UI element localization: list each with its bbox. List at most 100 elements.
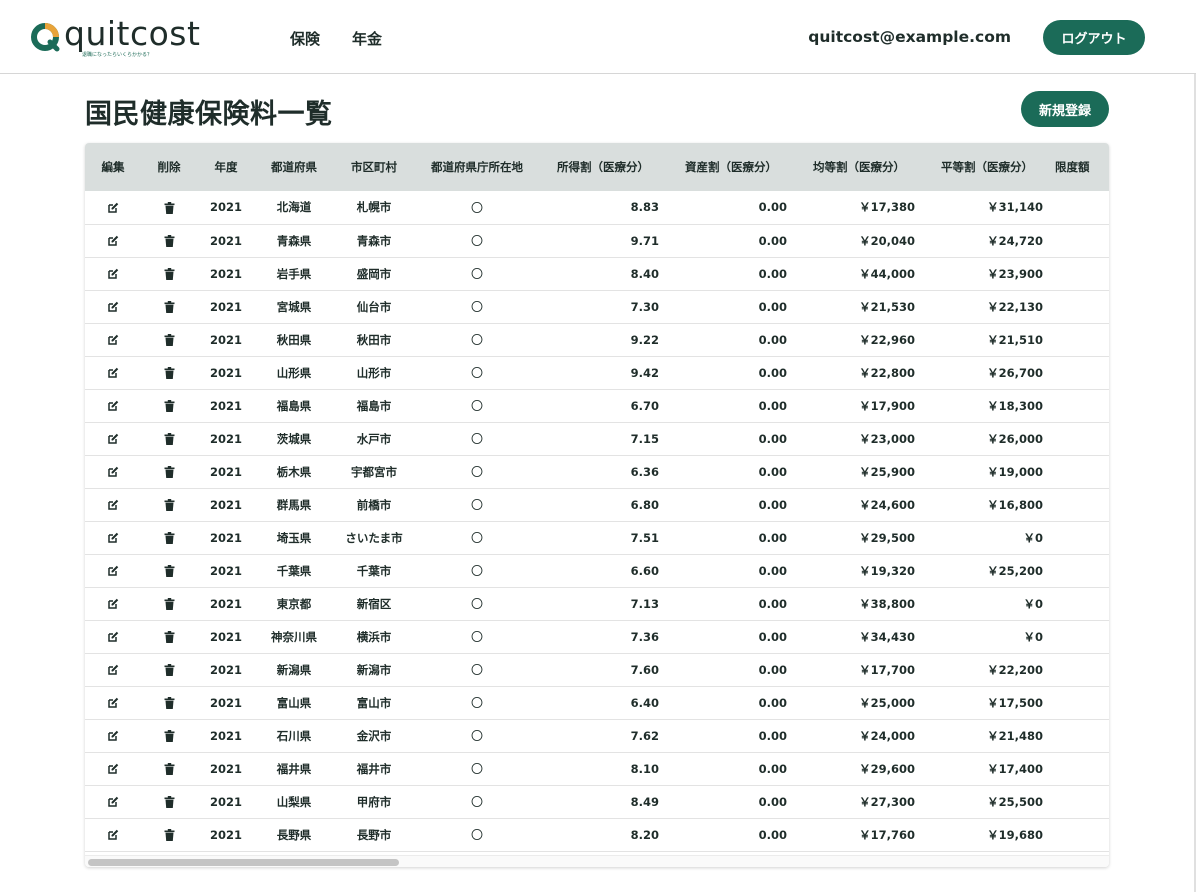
cell-asset-rate: 0.00 <box>667 686 795 720</box>
cell-per-household: ￥17,500 <box>923 686 1051 720</box>
edit-icon[interactable] <box>107 664 119 676</box>
cell-year: 2021 <box>197 422 255 456</box>
quitcost-logo[interactable]: quitcost 退職になったらいくらかかる？ <box>30 14 220 60</box>
cell-delete <box>141 191 197 225</box>
trash-icon[interactable] <box>164 763 175 775</box>
cell-capital: 〇 <box>415 356 539 390</box>
cell-edit <box>85 653 141 687</box>
col-header-limit: 限度額 <box>1051 143 1109 191</box>
cell-capital: 〇 <box>415 488 539 522</box>
cell-limit <box>1051 752 1109 786</box>
scrollbar-thumb[interactable] <box>88 859 399 866</box>
edit-icon[interactable] <box>107 565 119 577</box>
cell-per-household: ￥22,200 <box>923 653 1051 687</box>
trash-icon[interactable] <box>164 565 175 577</box>
edit-icon[interactable] <box>107 301 119 313</box>
trash-icon[interactable] <box>164 532 175 544</box>
cell-delete <box>141 290 197 324</box>
edit-icon[interactable] <box>107 466 119 478</box>
trash-icon[interactable] <box>164 466 175 478</box>
trash-icon[interactable] <box>164 268 175 280</box>
nav-insurance[interactable]: 保険 <box>290 28 320 49</box>
user-email: quitcost@example.com <box>808 28 1011 46</box>
edit-icon[interactable] <box>107 334 119 346</box>
cell-capital: 〇 <box>415 323 539 357</box>
cell-year: 2021 <box>197 257 255 291</box>
cell-edit <box>85 488 141 522</box>
edit-icon[interactable] <box>107 631 119 643</box>
edit-icon[interactable] <box>107 763 119 775</box>
cell-limit <box>1051 422 1109 456</box>
table-row: 2021 群馬県 前橋市〇 6.80 0.00 ￥24,600 ￥16,800 <box>85 488 1109 522</box>
edit-icon[interactable] <box>107 499 119 511</box>
cell-prefecture: 茨城県 <box>255 422 333 456</box>
trash-icon[interactable] <box>164 499 175 511</box>
edit-icon[interactable] <box>107 235 119 247</box>
cell-per-capita: ￥23,000 <box>795 422 923 456</box>
trash-icon[interactable] <box>164 697 175 709</box>
cell-delete <box>141 323 197 357</box>
col-header-per-capita: 均等割（医療分） <box>795 143 923 191</box>
cell-asset-rate: 0.00 <box>667 323 795 357</box>
cell-per-capita: ￥34,430 <box>795 620 923 654</box>
cell-edit <box>85 257 141 291</box>
trash-icon[interactable] <box>164 631 175 643</box>
horizontal-scrollbar[interactable] <box>85 855 1109 867</box>
cell-prefecture: 神奈川県 <box>255 620 333 654</box>
cell-year: 2021 <box>197 290 255 324</box>
table-row: 2021 千葉県 千葉市〇 6.60 0.00 ￥19,320 ￥25,200 <box>85 554 1109 588</box>
cell-city: 福井市 <box>333 752 415 786</box>
edit-icon[interactable] <box>107 796 119 808</box>
edit-icon[interactable] <box>107 829 119 841</box>
trash-icon[interactable] <box>164 367 175 379</box>
cell-per-household: ￥21,510 <box>923 323 1051 357</box>
cell-year: 2021 <box>197 323 255 357</box>
trash-icon[interactable] <box>164 433 175 445</box>
table-row: 2021 栃木県 宇都宮市〇 6.36 0.00 ￥25,900 ￥19,000 <box>85 455 1109 489</box>
trash-icon[interactable] <box>164 796 175 808</box>
col-header-per-household: 平等割（医療分） <box>923 143 1051 191</box>
cell-year: 2021 <box>197 785 255 819</box>
new-registration-button[interactable]: 新規登録 <box>1021 91 1109 127</box>
cell-year: 2021 <box>197 521 255 555</box>
trash-icon[interactable] <box>164 334 175 346</box>
cell-limit <box>1051 719 1109 753</box>
cell-per-capita: ￥25,900 <box>795 455 923 489</box>
cell-asset-rate: 0.00 <box>667 521 795 555</box>
cell-year: 2021 <box>197 554 255 588</box>
cell-per-capita: ￥29,600 <box>795 752 923 786</box>
cell-delete <box>141 521 197 555</box>
edit-icon[interactable] <box>107 268 119 280</box>
cell-limit <box>1051 389 1109 423</box>
trash-icon[interactable] <box>164 400 175 412</box>
edit-icon[interactable] <box>107 400 119 412</box>
table-row: 2021 新潟県 新潟市〇 7.60 0.00 ￥17,700 ￥22,200 <box>85 653 1109 687</box>
edit-icon[interactable] <box>107 433 119 445</box>
cell-income-rate: 8.83 <box>539 191 667 225</box>
cell-per-capita: ￥25,000 <box>795 686 923 720</box>
cell-delete <box>141 224 197 258</box>
cell-limit <box>1051 455 1109 489</box>
table-row: 2021 神奈川県 横浜市〇 7.36 0.00 ￥34,430 ￥0 <box>85 620 1109 654</box>
cell-capital: 〇 <box>415 554 539 588</box>
edit-icon[interactable] <box>107 532 119 544</box>
cell-city: 福島市 <box>333 389 415 423</box>
trash-icon[interactable] <box>164 664 175 676</box>
edit-icon[interactable] <box>107 598 119 610</box>
cell-city: 金沢市 <box>333 719 415 753</box>
logout-button[interactable]: ログアウト <box>1043 20 1145 55</box>
edit-icon[interactable] <box>107 697 119 709</box>
trash-icon[interactable] <box>164 598 175 610</box>
cell-per-household: ￥0 <box>923 587 1051 621</box>
trash-icon[interactable] <box>164 201 175 214</box>
edit-icon[interactable] <box>107 367 119 379</box>
trash-icon[interactable] <box>164 235 175 247</box>
trash-icon[interactable] <box>164 730 175 742</box>
nav-pension[interactable]: 年金 <box>352 28 382 49</box>
edit-icon[interactable] <box>107 202 119 214</box>
cell-city: 千葉市 <box>333 554 415 588</box>
trash-icon[interactable] <box>164 829 175 841</box>
cell-year: 2021 <box>197 653 255 687</box>
trash-icon[interactable] <box>164 301 175 313</box>
edit-icon[interactable] <box>107 730 119 742</box>
